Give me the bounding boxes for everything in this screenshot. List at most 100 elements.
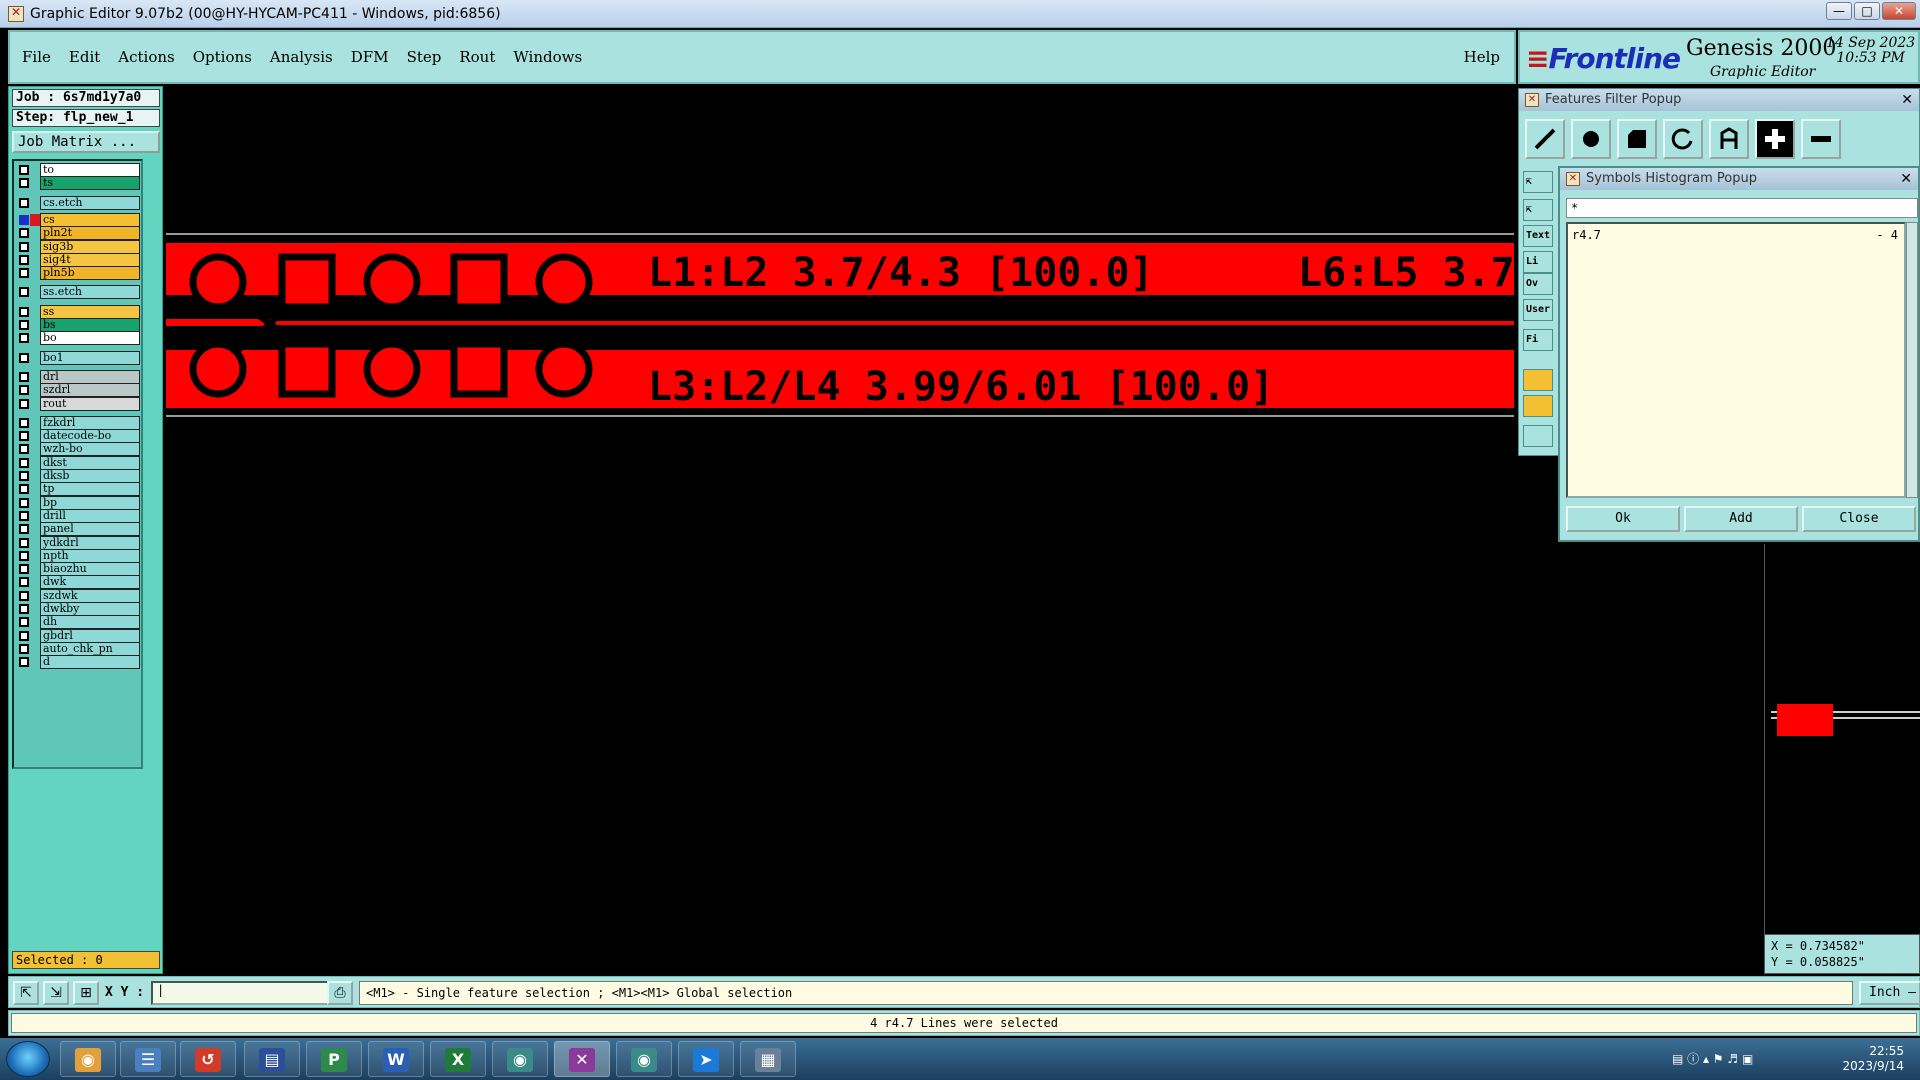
layer-checkbox[interactable] xyxy=(19,550,29,561)
layer-checkbox[interactable] xyxy=(19,320,29,330)
layer-row[interactable]: dwk xyxy=(16,575,140,590)
menu-analysis[interactable]: Analysis xyxy=(270,48,333,66)
menu-help[interactable]: Help xyxy=(1464,48,1500,66)
menu-step[interactable]: Step xyxy=(407,48,442,66)
layer-row[interactable]: drl xyxy=(16,369,140,384)
graphic-canvas[interactable]: L1:L2 3.7/4.3 [100.0] L6:L5 3.7/ L3:L2/L… xyxy=(166,86,1514,974)
start-button[interactable] xyxy=(6,1041,50,1077)
layer-row[interactable]: biaozhu xyxy=(16,562,140,577)
taskbar-item-genesis[interactable]: ✕ xyxy=(554,1041,610,1077)
layer-name[interactable]: dksb xyxy=(40,469,140,483)
features-side-color-1[interactable] xyxy=(1523,369,1553,391)
layer-name[interactable]: drl xyxy=(40,369,140,384)
close-window-button[interactable]: ✕ xyxy=(1882,2,1916,20)
features-side-user[interactable]: User xyxy=(1523,299,1553,321)
taskbar-item-notepad[interactable]: ☰ xyxy=(120,1041,176,1077)
taskbar-item-browser[interactable]: ↺ xyxy=(180,1041,236,1077)
overview-panel[interactable] xyxy=(1764,544,1920,974)
filter-arc-tool[interactable] xyxy=(1663,119,1703,159)
layer-checkbox[interactable] xyxy=(19,657,29,668)
layer-checkbox[interactable] xyxy=(19,590,29,601)
layer-checkbox[interactable] xyxy=(19,510,29,521)
layer-name[interactable]: sig3b xyxy=(40,239,140,254)
symbol-list[interactable]: r4.7 - 4 xyxy=(1566,222,1906,498)
close-button[interactable]: Close xyxy=(1802,506,1916,532)
layer-name[interactable]: pln5b xyxy=(40,266,140,281)
layer-name[interactable]: szdrl xyxy=(40,383,140,398)
filter-pad-tool[interactable] xyxy=(1571,119,1611,159)
layer-row[interactable]: sig3b xyxy=(16,239,140,254)
zoom-tool-button[interactable]: ⇱ xyxy=(13,981,39,1005)
taskbar-item-excel[interactable]: X xyxy=(430,1041,486,1077)
layer-row[interactable]: rout xyxy=(16,396,140,411)
layer-name[interactable]: panel xyxy=(40,522,140,537)
layer-row[interactable]: tp xyxy=(16,482,140,497)
layer-name[interactable]: dh xyxy=(40,615,140,630)
layer-row[interactable]: drill xyxy=(16,508,140,523)
maximize-button[interactable]: □ xyxy=(1854,2,1880,20)
layer-row[interactable]: bo1 xyxy=(16,350,140,365)
layer-name[interactable]: sig4t xyxy=(40,252,140,267)
layer-name[interactable]: cs xyxy=(40,212,140,227)
layer-name[interactable]: dkst xyxy=(40,455,140,470)
layer-name[interactable]: auto_chk_pn xyxy=(40,641,140,656)
layer-checkbox[interactable] xyxy=(19,431,29,442)
measure-tool-button[interactable]: ⇲ xyxy=(43,981,69,1005)
layer-name[interactable]: ss.etch xyxy=(40,285,140,300)
layer-checkbox[interactable] xyxy=(19,352,29,363)
layer-checkbox[interactable] xyxy=(19,417,29,428)
features-popup-close[interactable]: ✕ xyxy=(1901,89,1913,111)
layer-row[interactable]: gbdrl xyxy=(16,628,140,643)
layer-row[interactable]: cs xyxy=(16,212,140,227)
filter-positive-tool[interactable] xyxy=(1755,119,1795,159)
ok-button[interactable]: Ok xyxy=(1566,506,1680,532)
minimize-button[interactable]: — xyxy=(1826,2,1852,20)
layer-name[interactable]: to xyxy=(40,163,140,177)
layer-checkbox[interactable] xyxy=(19,630,29,641)
layer-checkbox[interactable] xyxy=(19,228,29,239)
layer-row[interactable]: npth xyxy=(16,548,140,563)
layer-name[interactable]: pln2t xyxy=(40,226,140,241)
symbol-list-scrollbar[interactable] xyxy=(1906,222,1918,498)
layer-checkbox[interactable] xyxy=(19,287,29,298)
features-side-text[interactable]: Text xyxy=(1523,225,1553,247)
layer-checkbox[interactable] xyxy=(19,385,29,396)
layer-checkbox[interactable] xyxy=(19,197,29,208)
tray-icons[interactable]: ▤ ⓘ ▴ ⚑ ♬ ▣ xyxy=(1672,1050,1753,1067)
layer-checkbox[interactable] xyxy=(19,254,29,265)
layer-name[interactable]: datecode-bo xyxy=(40,429,140,444)
add-button[interactable]: Add xyxy=(1684,506,1798,532)
menu-options[interactable]: Options xyxy=(193,48,252,66)
layer-row[interactable]: dksb xyxy=(16,469,140,483)
tray-clock[interactable]: 22:55 2023/9/14 xyxy=(1842,1044,1904,1074)
layer-checkbox[interactable] xyxy=(19,268,29,279)
layer-name[interactable]: dwk xyxy=(40,575,140,590)
layer-checkbox[interactable] xyxy=(19,178,29,189)
layer-row[interactable]: dkst xyxy=(16,455,140,470)
layer-row[interactable]: d xyxy=(16,655,140,670)
layer-row[interactable]: datecode-bo xyxy=(16,429,140,444)
filter-text-tool[interactable] xyxy=(1709,119,1749,159)
layer-row[interactable]: pln5b xyxy=(16,266,140,281)
features-side-color-2[interactable] xyxy=(1523,395,1553,417)
histogram-popup-close[interactable]: ✕ xyxy=(1900,168,1912,190)
layer-checkbox[interactable] xyxy=(19,371,29,382)
taskbar-item-calculator[interactable]: ▦ xyxy=(740,1041,796,1077)
layer-checkbox[interactable] xyxy=(19,398,29,409)
layer-checkbox[interactable] xyxy=(19,333,29,344)
taskbar-item-eye[interactable]: ◉ xyxy=(492,1041,548,1077)
taskbar-item-eye-2[interactable]: ◉ xyxy=(616,1041,672,1077)
layer-name[interactable]: wzh-bo xyxy=(40,442,140,457)
taskbar-item-word[interactable]: W xyxy=(368,1041,424,1077)
layer-checkbox[interactable] xyxy=(19,537,29,548)
menu-dfm[interactable]: DFM xyxy=(351,48,389,66)
layer-checkbox[interactable] xyxy=(19,577,29,588)
menu-file[interactable]: File xyxy=(22,48,51,66)
layer-checkbox[interactable] xyxy=(19,457,29,468)
filter-surface-tool[interactable] xyxy=(1617,119,1657,159)
layer-row[interactable]: dh xyxy=(16,615,140,630)
layer-row[interactable]: ts xyxy=(16,176,140,191)
layer-name[interactable]: szdwk xyxy=(40,588,140,603)
features-side-li[interactable]: Li xyxy=(1523,251,1553,273)
layer-row[interactable]: szdwk xyxy=(16,588,140,603)
